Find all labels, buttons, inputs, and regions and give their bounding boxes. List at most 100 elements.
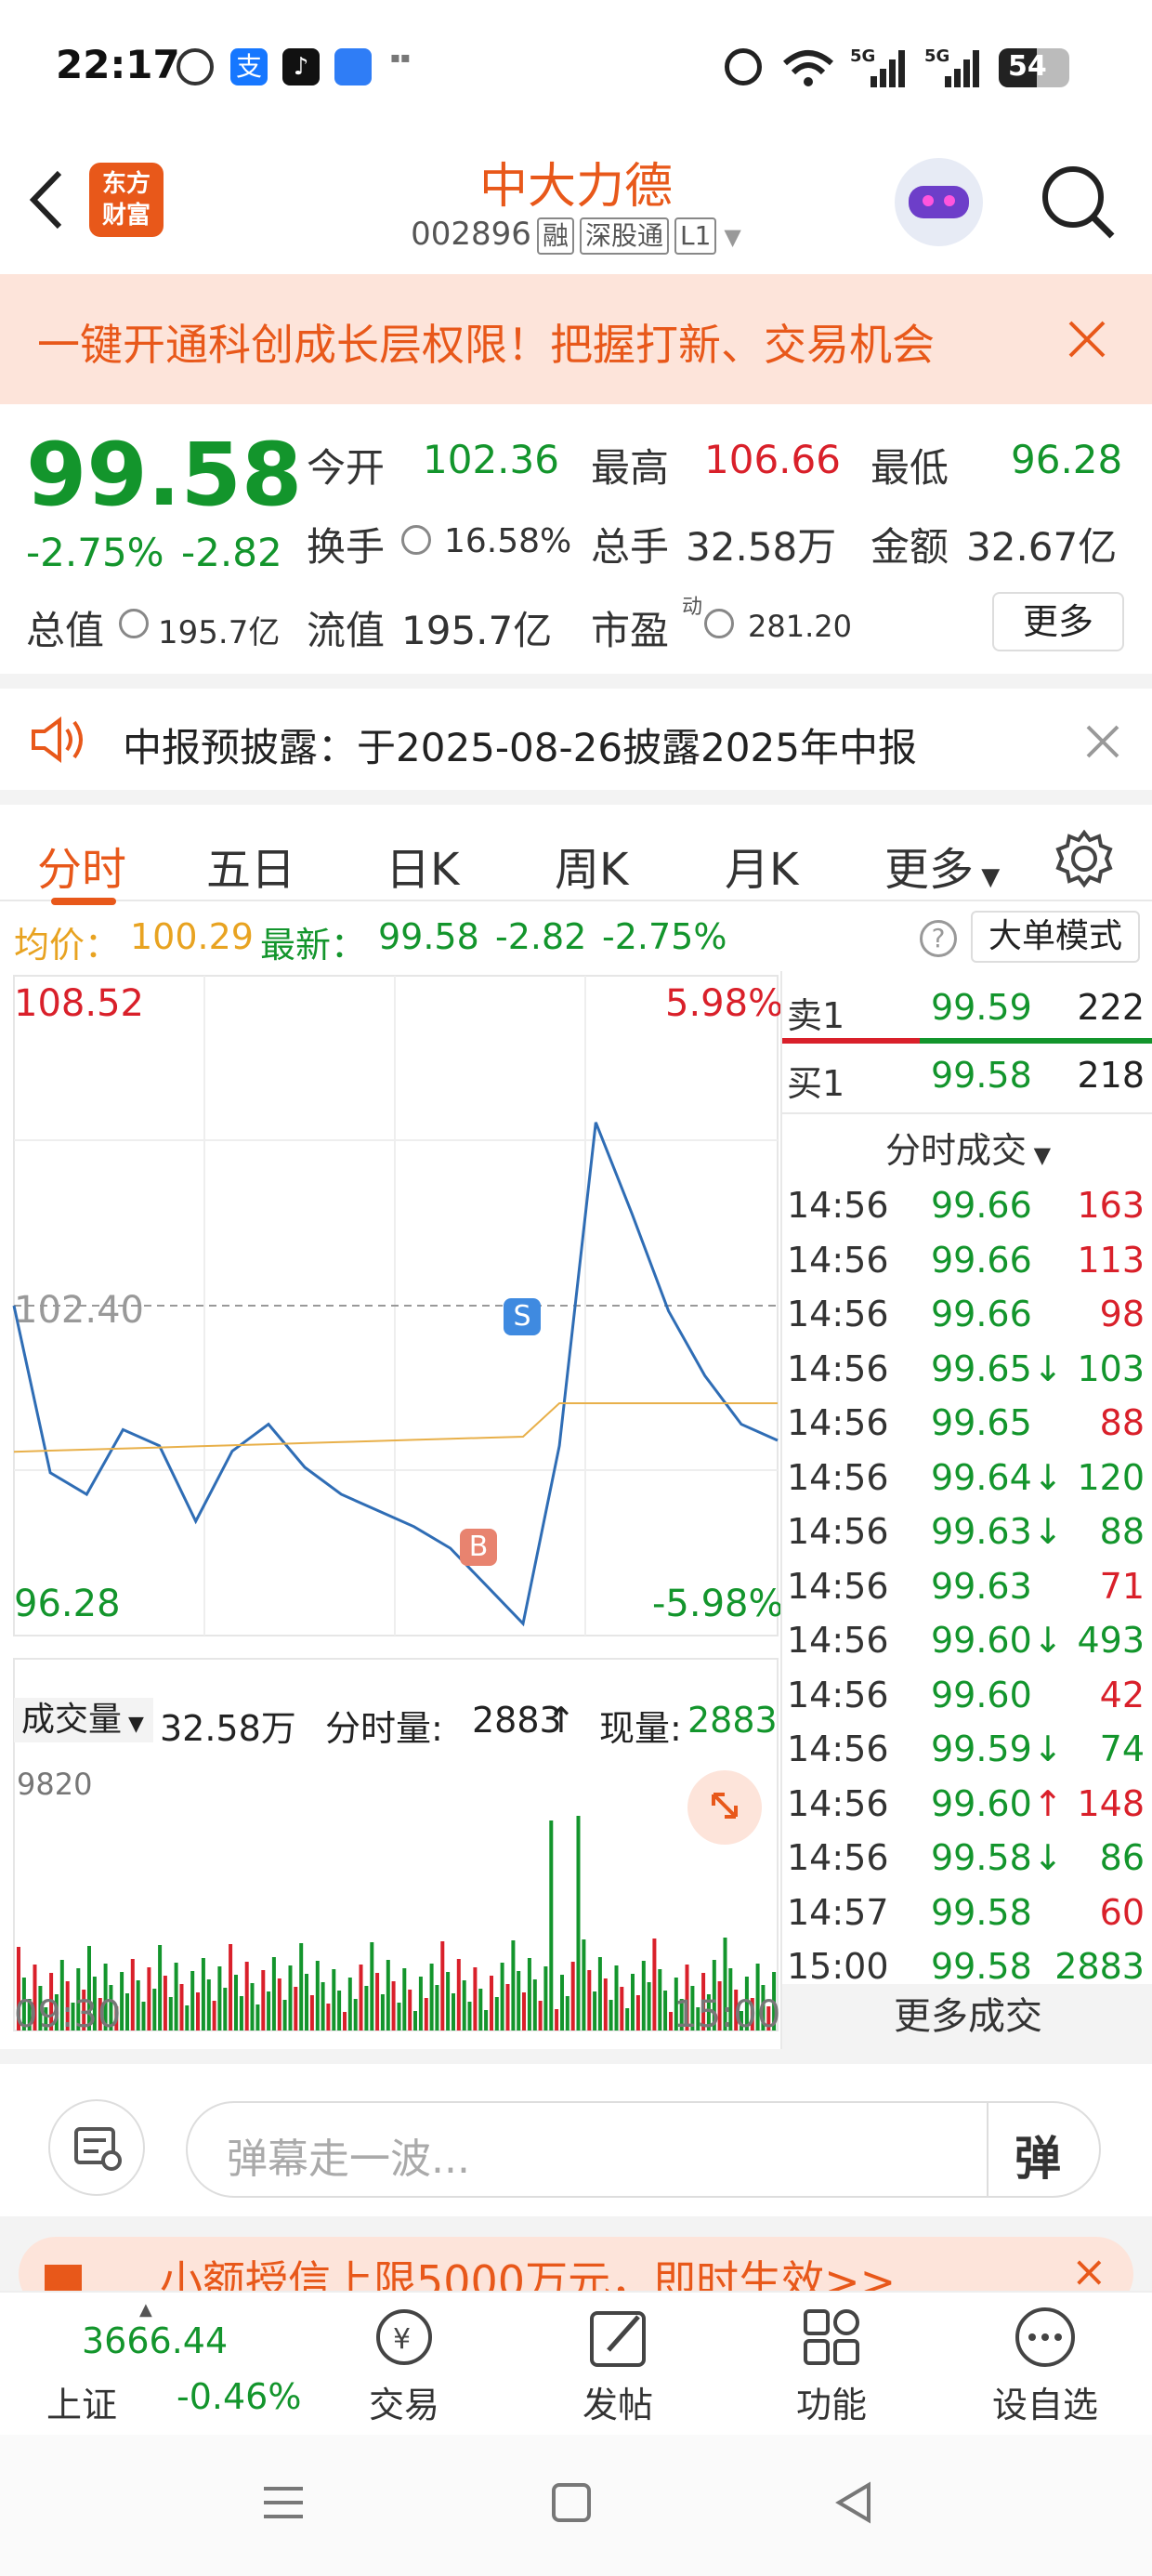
home-icon[interactable]: [548, 2479, 595, 2526]
volume-bar: [549, 1820, 554, 2031]
volume-bar: [462, 1980, 466, 2031]
volume-bar: [609, 2000, 613, 2031]
float-value: 195.7亿: [401, 608, 553, 653]
tab-intraday[interactable]: 分时: [37, 833, 126, 898]
ticks-title[interactable]: 分时成交 ▼: [782, 1122, 1152, 1173]
robot-avatar-icon[interactable]: [895, 158, 983, 246]
danmu-toggle-icon[interactable]: [48, 2099, 145, 2196]
volume-bar: [582, 1939, 586, 2031]
tab-five-day[interactable]: 五日: [206, 833, 295, 898]
stock-code-line[interactable]: 002896 融深股通 L1 ▼: [0, 216, 1152, 255]
change-amount: -2.82: [181, 530, 282, 575]
caret-down-icon-2: ▼: [122, 1713, 144, 1736]
volume-bar: [500, 1963, 504, 2031]
tick-price: 99.66: [931, 1185, 1032, 1226]
y-min-pct-label: -5.98%: [652, 1583, 784, 1625]
volume-bar: [147, 1967, 151, 2031]
big-order-mode-button[interactable]: 大单模式: [971, 911, 1140, 963]
tick-price: 99.66: [931, 1239, 1032, 1281]
intraday-chart[interactable]: 108.52 5.98% 102.40 96.28 -5.98% S B 成交量…: [0, 971, 784, 2049]
nav-watchlist-label: 设自选: [991, 2385, 1098, 2425]
tick-price: 99.63: [931, 1565, 1032, 1607]
svg-text:5G: 5G: [924, 46, 949, 66]
system-navigation: [0, 2435, 1152, 2576]
info-icon-3[interactable]: [704, 609, 734, 638]
volume-type-select[interactable]: 成交量 ▼: [14, 1698, 153, 1742]
tab-month-k[interactable]: 月K: [725, 833, 798, 898]
latest-change: -2.82: [495, 916, 587, 957]
volume-layer: [17, 1816, 777, 2031]
tick-arrow: ↓: [1033, 1456, 1063, 1498]
close-promo-icon[interactable]: ×: [1071, 2246, 1107, 2296]
index-value: 3666.44: [82, 2320, 229, 2361]
trade-panel: 卖1 99.59 222 买1 99.58 218 分时成交 ▼ 14:56 99…: [780, 971, 1152, 2049]
avg-value: 100.29: [130, 916, 254, 957]
y-max-pct-label: 5.98%: [665, 982, 784, 1025]
sell-marker[interactable]: S: [504, 1298, 541, 1335]
tag-margin: 融: [536, 217, 574, 255]
tick-arrow: ↓: [1033, 1837, 1063, 1878]
close-icon[interactable]: [1067, 319, 1107, 360]
tick-volume: 2883: [1054, 1946, 1145, 1987]
index-ticker[interactable]: ▲ 3666.44 上证 -0.46%: [37, 2293, 301, 2437]
wifi-icon: [783, 50, 833, 86]
nav-function[interactable]: 功能: [739, 2293, 924, 2437]
volume-label: 总手: [591, 524, 670, 570]
tick-price: 99.58: [931, 1891, 1032, 1933]
back-nav-icon[interactable]: [831, 2479, 878, 2526]
volume-bar: [125, 1993, 129, 2031]
speaker-icon: [32, 716, 83, 763]
tab-day-k[interactable]: 日K: [386, 833, 459, 898]
nav-watchlist[interactable]: 设自选: [952, 2293, 1138, 2437]
tag-level: L1: [674, 217, 717, 255]
expand-icon[interactable]: [687, 1770, 762, 1845]
danmu-input[interactable]: 弹幕走一波... 弹: [186, 2101, 1101, 2198]
tab-week-k[interactable]: 周K: [555, 833, 628, 898]
more-button[interactable]: 更多: [992, 592, 1124, 651]
tick-price: 99.65: [931, 1402, 1032, 1443]
tick-row: 14:56 99.59 ↓ 74: [782, 1724, 1152, 1778]
info-icon-2[interactable]: [119, 609, 149, 638]
avg-label: 均价：: [14, 925, 121, 966]
help-icon[interactable]: ?: [920, 920, 957, 957]
close-notice-icon[interactable]: [1085, 724, 1120, 759]
danmu-send-button[interactable]: 弹: [1015, 2122, 1061, 2188]
volume-bar: [282, 2000, 287, 2031]
nav-post[interactable]: 发帖: [525, 2293, 711, 2437]
settings-gear-icon[interactable]: [1054, 829, 1114, 888]
status-bar: 22:17 支 ♪ ▪▪ 5G 5G 54: [0, 0, 1152, 139]
tick-volume: 98: [1099, 1294, 1145, 1334]
up-arrow-icon: ↑: [546, 1700, 576, 1741]
menu-icon[interactable]: [260, 2479, 307, 2526]
buy-marker[interactable]: B: [460, 1529, 497, 1566]
tick-volume: 88: [1099, 1402, 1145, 1443]
volume-bar: [669, 2012, 673, 2031]
volume-bar: [597, 1957, 602, 2031]
more-trades-button[interactable]: 更多成交: [782, 1984, 1152, 2049]
grid-icon: [804, 2309, 859, 2365]
danmu-placeholder: 弹幕走一波...: [227, 2136, 470, 2183]
volume-bar: [332, 1969, 336, 2031]
volume-bar: [174, 1963, 178, 2031]
tick-time: 14:56: [787, 1728, 889, 1769]
bottom-promo[interactable]: 小额授信上限5000万元，即时生效>> ×: [0, 2216, 1152, 2311]
search-icon[interactable]: [1036, 160, 1119, 243]
volume-bar: [309, 1995, 314, 2031]
intraday-chart-svg: [12, 975, 779, 2031]
notice-bar[interactable]: 中报预披露：于2025-08-26披露2025年中报: [0, 674, 1152, 790]
minute-volume-label: 分时量:: [325, 1708, 443, 1749]
promo-banner[interactable]: 一键开通科创成长层权限！把握打新、交易机会: [0, 274, 1152, 404]
index-name: 上证: [46, 2385, 118, 2425]
nav-trade[interactable]: ¥ 交易: [311, 2293, 497, 2437]
volume-bar: [593, 1991, 597, 2031]
volume-bar: [494, 1997, 499, 2031]
change-pct: -2.75%: [26, 530, 164, 575]
volume-bar: [397, 2003, 401, 2031]
volume-bar: [321, 1982, 325, 2031]
volume-bar: [647, 1982, 651, 2031]
info-icon[interactable]: [401, 525, 431, 555]
caret-down-icon: ▼: [974, 863, 1001, 891]
tab-more[interactable]: 更多 ▼: [884, 833, 1000, 898]
tick-row: 14:56 99.60 ↓ 493: [782, 1615, 1152, 1669]
volume-bar: [375, 1973, 380, 2031]
